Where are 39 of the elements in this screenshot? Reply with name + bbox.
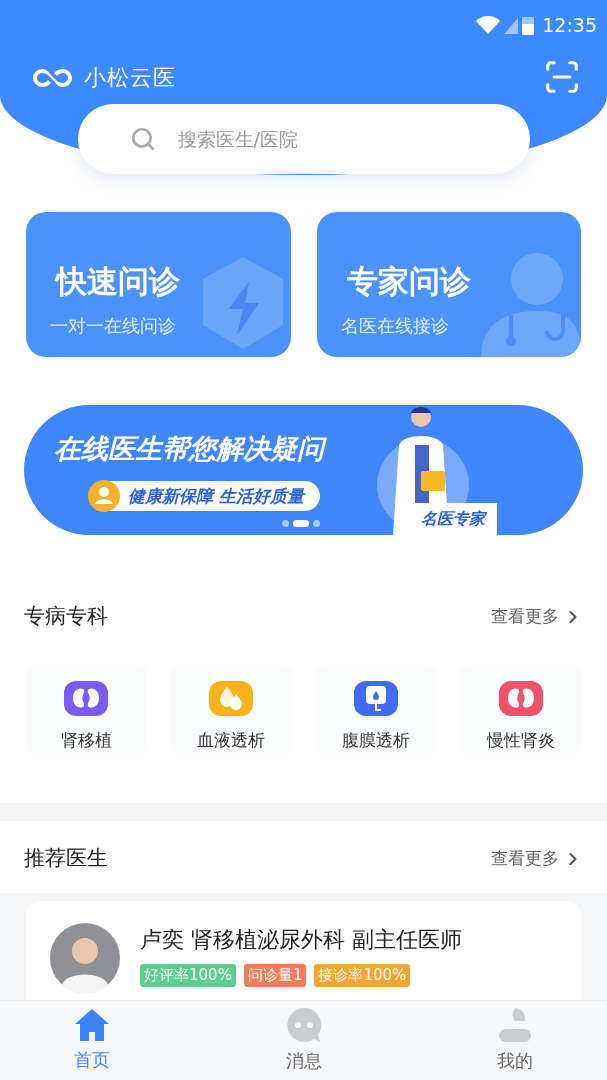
doctor-tag: 接诊率100% <box>314 964 411 987</box>
home-icon <box>74 1008 110 1042</box>
doctor-card[interactable]: 卢奕 肾移植泌尿外科 副主任医师 好评率100% 问诊量1 接诊率100% <box>26 901 581 1000</box>
user-icon <box>88 480 120 513</box>
specialty-tile[interactable]: 腹膜透析 <box>315 665 437 753</box>
doctor-tag: 问诊量1 <box>243 964 307 987</box>
doctor-tag: 好评率100% <box>140 964 236 987</box>
tab[interactable]: 首页 <box>74 1001 110 1080</box>
search-icon <box>129 126 156 152</box>
specialty-tile[interactable]: 慢性肾炎 <box>460 665 581 753</box>
card-subtitle: 名医在线接诊 <box>340 314 450 339</box>
card-title: 快速问诊 <box>56 261 181 301</box>
avatar <box>50 923 120 993</box>
wifi-icon <box>476 16 501 34</box>
section-title: 推荐医生 <box>24 845 108 873</box>
see-more-link[interactable]: 查看更多 <box>491 604 583 630</box>
tab[interactable]: 消息 <box>285 1001 322 1080</box>
specialty-tile[interactable]: 血液透析 <box>170 665 292 753</box>
iv-bag-icon <box>363 683 388 714</box>
section-title: 专病专科 <box>24 603 108 631</box>
doctor-silhouette-icon <box>481 251 581 357</box>
see-more-link[interactable]: 查看更多 <box>491 846 583 872</box>
status-time: 12:35 <box>542 12 597 38</box>
tab[interactable]: 我的 <box>497 1001 533 1080</box>
promo-banner[interactable]: 在线医生帮您解决疑问 健康新保障 生活好质量 名医专家 <box>24 405 583 535</box>
card-subtitle: 一对一在线问诊 <box>50 314 177 339</box>
specialty-tile[interactable]: 肾移植 <box>26 665 147 753</box>
chat-bubble-icon <box>285 1007 322 1043</box>
banner-tagline: 健康新保障 生活好质量 <box>128 484 304 508</box>
signal-icon <box>504 16 519 34</box>
consult-card[interactable]: 快速问诊 一对一在线问诊 <box>26 212 291 357</box>
person-icon <box>498 1007 532 1043</box>
battery-icon <box>522 15 535 35</box>
scan-icon[interactable] <box>543 58 581 96</box>
app-name: 小松云医 <box>84 63 177 92</box>
consult-card[interactable]: 专家问诊 名医在线接诊 <box>316 212 581 357</box>
search-field[interactable]: 搜索医生/医院 <box>77 104 530 174</box>
doctor-info: 卢奕 肾移植泌尿外科 副主任医师 <box>140 926 462 954</box>
card-title: 专家问诊 <box>346 261 472 301</box>
